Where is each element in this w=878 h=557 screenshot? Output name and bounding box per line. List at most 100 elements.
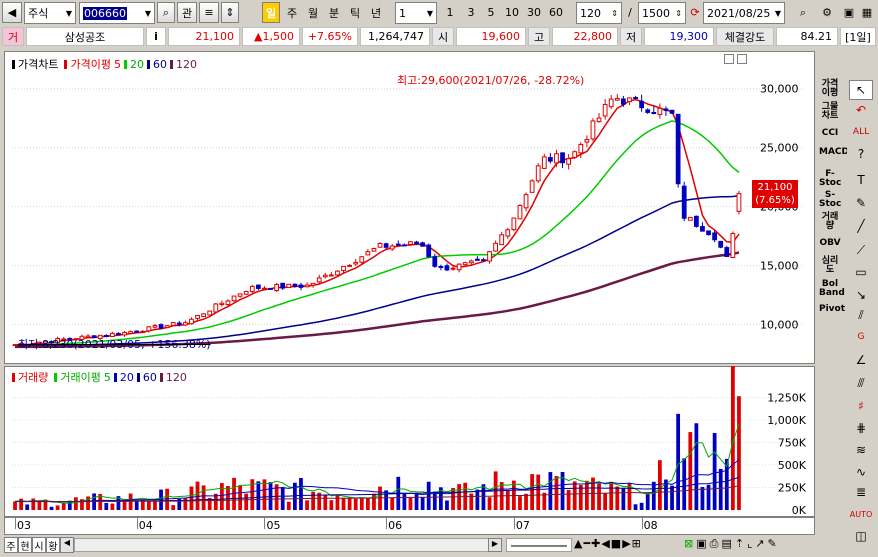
- info-button[interactable]: i: [146, 27, 166, 46]
- period-minute-button[interactable]: 분: [325, 2, 343, 23]
- cursor-icon[interactable]: ↖: [849, 80, 873, 100]
- period-week-button[interactable]: 주: [283, 2, 301, 23]
- count-stepper[interactable]: 120 ⇕: [576, 2, 622, 24]
- corner-icon[interactable]: ⌞: [747, 537, 752, 551]
- indicator-pivot[interactable]: Pivot: [819, 305, 845, 314]
- help-icon[interactable]: ?: [849, 144, 873, 164]
- arrow-line-icon[interactable]: ↘: [849, 285, 873, 305]
- search-icon[interactable]: ⌕: [793, 2, 813, 23]
- quick-1-button[interactable]: 1: [441, 2, 459, 23]
- fan-icon[interactable]: ⫻: [849, 373, 873, 393]
- chart-window: ◀ 주식 ▼ 006660 ▼ ⌕ 관 ≡ ⇕ 일 주 월 분 틱 년 1 ▼ 1 3…: [0, 0, 878, 557]
- order-icon[interactable]: ≡: [199, 2, 219, 23]
- quick-10-button[interactable]: 10: [502, 2, 522, 23]
- candle-down: [383, 243, 389, 248]
- indicator-s-stoc[interactable]: S-Stoc: [819, 191, 841, 209]
- candle-down: [700, 226, 705, 232]
- parallel-icon[interactable]: ⫽: [849, 305, 873, 325]
- image-icon[interactable]: ▤: [721, 537, 731, 551]
- volume-bar-up: [165, 488, 170, 510]
- save-icon[interactable]: ▣: [841, 2, 857, 23]
- angle-icon[interactable]: ∠: [849, 350, 873, 370]
- candle-down: [481, 259, 486, 262]
- scroll-right-icon[interactable]: ▶: [488, 538, 502, 552]
- text-icon[interactable]: T: [849, 170, 873, 190]
- zoom-in-icon[interactable]: ▲: [574, 537, 582, 550]
- trendline-icon[interactable]: ⟋: [849, 240, 873, 260]
- grid-icon[interactable]: ▦: [859, 2, 875, 23]
- scroll-track[interactable]: [74, 538, 502, 552]
- quick-3-button[interactable]: 3: [462, 2, 480, 23]
- current-price: 21,100: [168, 27, 240, 46]
- indicator-obv[interactable]: OBV: [819, 239, 841, 248]
- indicator-net[interactable]: 그물차트: [819, 103, 841, 121]
- fibonacci-icon[interactable]: ♯: [849, 396, 873, 416]
- first-icon[interactable]: ◀: [601, 537, 609, 550]
- grid-lines-icon[interactable]: ⋕: [849, 418, 873, 438]
- expand-icon[interactable]: ⊞: [632, 537, 641, 550]
- candle-up: [456, 263, 462, 271]
- bottom-tab[interactable]: 현: [18, 537, 32, 553]
- indicator-cci[interactable]: CCI: [819, 129, 841, 138]
- indicator-volume[interactable]: 거래량: [819, 213, 841, 231]
- arrow-icon[interactable]: ↗: [755, 537, 764, 551]
- bottom-tab[interactable]: 황: [46, 537, 60, 553]
- volume-tick-label: 1,000K: [767, 414, 806, 427]
- period-month-button[interactable]: 월: [304, 2, 322, 23]
- candle-up: [614, 97, 620, 101]
- candle-up: [468, 260, 474, 264]
- minus-icon[interactable]: ━: [583, 537, 590, 550]
- plus-icon[interactable]: ✚: [591, 537, 600, 550]
- quick-5-button[interactable]: 5: [482, 2, 500, 23]
- gear-icon[interactable]: ⚙: [817, 2, 837, 23]
- cycle-icon[interactable]: ≣: [849, 482, 873, 502]
- pen-icon[interactable]: ✎: [767, 537, 776, 551]
- search-icon[interactable]: ⌕: [157, 2, 175, 23]
- updown-icon[interactable]: ⇕: [221, 2, 239, 23]
- candle-up: [243, 291, 249, 295]
- market-select[interactable]: 주식 ▼: [24, 2, 76, 24]
- gann-icon[interactable]: G: [849, 327, 873, 347]
- bottom-tab[interactable]: 주: [4, 537, 18, 553]
- volume-bar-up: [323, 494, 328, 510]
- volume-bar-down: [651, 481, 656, 510]
- indicator-ma[interactable]: 가격이평: [819, 80, 841, 98]
- volume-bar-up: [615, 486, 620, 510]
- magnet-icon[interactable]: ◫: [849, 526, 873, 546]
- scroll-left-icon[interactable]: ◀: [60, 537, 74, 553]
- indicator-psycho[interactable]: 심리도: [819, 257, 841, 275]
- undo-icon[interactable]: ↶: [849, 100, 873, 120]
- period-day-button[interactable]: 일: [262, 2, 280, 23]
- date-select[interactable]: 2021/08/25 ▼: [703, 2, 785, 24]
- code-input[interactable]: 006660 ▼: [79, 2, 155, 24]
- period-tick-button[interactable]: 틱: [346, 2, 364, 23]
- zoom-slider[interactable]: [506, 538, 572, 552]
- line-icon[interactable]: ╱: [849, 216, 873, 236]
- volume-bar-up: [584, 480, 589, 510]
- gwan-button[interactable]: 관: [177, 2, 197, 23]
- quick-30-button[interactable]: 30: [524, 2, 544, 23]
- channel-icon[interactable]: ≋: [849, 440, 873, 460]
- prev-icon[interactable]: ◀: [2, 2, 22, 23]
- total-stepper[interactable]: 1500 ⇕: [638, 2, 686, 24]
- interval-select[interactable]: 1 ▼: [395, 2, 437, 24]
- excel-icon[interactable]: ⊠: [684, 537, 693, 551]
- wave-icon[interactable]: ∿: [849, 462, 873, 482]
- quick-60-button[interactable]: 60: [546, 2, 566, 23]
- arrow-up-icon[interactable]: ⇡: [735, 537, 744, 551]
- candle-up: [590, 120, 596, 140]
- print-icon[interactable]: ⎙: [710, 537, 719, 551]
- auto-icon[interactable]: AUTO: [849, 504, 873, 524]
- delete-all-icon[interactable]: ALL: [849, 122, 873, 142]
- rectangle-icon[interactable]: ▭: [849, 262, 873, 282]
- refresh-icon[interactable]: ⟳: [690, 2, 700, 23]
- last-icon[interactable]: ▶: [622, 537, 630, 550]
- indicator-f-stoc[interactable]: F-Stoc: [819, 170, 841, 188]
- stop-icon[interactable]: ■: [611, 537, 621, 550]
- indicator-macd[interactable]: MACD: [819, 148, 849, 157]
- brush-icon[interactable]: ✎: [849, 193, 873, 213]
- bottom-tab[interactable]: 시: [32, 537, 46, 553]
- period-year-button[interactable]: 년: [367, 2, 385, 23]
- save-icon[interactable]: ▣: [696, 537, 706, 551]
- indicator-bollinger[interactable]: Bol Band: [819, 280, 845, 298]
